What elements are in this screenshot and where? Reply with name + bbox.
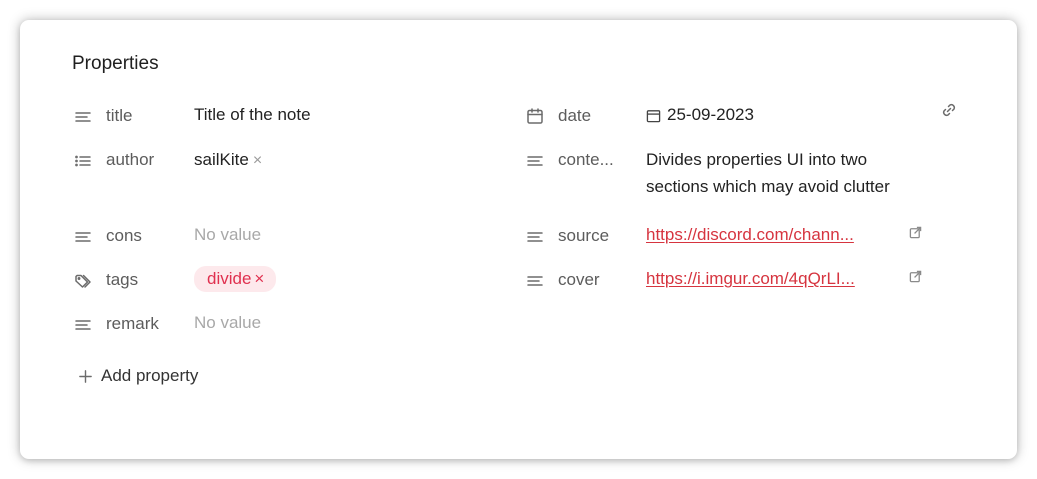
property-name-date[interactable]: date: [558, 106, 591, 126]
text-lines-icon: [525, 271, 545, 291]
property-name-title[interactable]: title: [106, 106, 132, 126]
external-link-icon[interactable]: [909, 270, 922, 288]
text-lines-icon: [73, 107, 93, 127]
property-name-content[interactable]: conte...: [558, 150, 614, 170]
text-lines-icon: [525, 151, 545, 171]
property-value-date[interactable]: 25-09-2023: [646, 105, 754, 125]
property-name-remark[interactable]: remark: [106, 314, 159, 334]
content-line-1: Divides properties UI into two: [646, 150, 868, 169]
remove-author-button[interactable]: ×: [253, 152, 262, 169]
tag-chip-label: divide: [207, 269, 252, 288]
property-name-author[interactable]: author: [106, 150, 154, 170]
add-property-button[interactable]: Add property: [77, 363, 198, 389]
property-value-content[interactable]: Divides properties UI into two sections …: [646, 146, 946, 200]
property-value-cover[interactable]: https://i.imgur.com/4qQrLI...: [646, 269, 855, 289]
text-lines-icon: [525, 227, 545, 247]
property-value-source[interactable]: https://discord.com/chann...: [646, 225, 854, 245]
external-link-icon[interactable]: [909, 226, 922, 244]
author-chip-label: sailKite: [194, 150, 249, 169]
date-picker-icon[interactable]: [646, 108, 661, 123]
calendar-icon: [525, 106, 545, 126]
tag-icon: [73, 271, 93, 291]
text-lines-icon: [73, 227, 93, 247]
tag-chip-divide[interactable]: divide ×: [194, 266, 277, 292]
cover-link[interactable]: https://i.imgur.com/4qQrLI...: [646, 269, 855, 288]
property-name-source[interactable]: source: [558, 226, 609, 246]
link-icon[interactable]: [939, 100, 959, 120]
property-value-remark[interactable]: No value: [194, 313, 261, 333]
content-line-2: sections which may avoid clutter: [646, 177, 890, 196]
property-name-cover[interactable]: cover: [558, 270, 600, 290]
property-value-title[interactable]: Title of the note: [194, 105, 311, 125]
date-text: 25-09-2023: [667, 105, 754, 124]
property-value-author[interactable]: sailKite ×: [194, 150, 262, 170]
list-icon: [73, 151, 93, 171]
property-value-cons[interactable]: No value: [194, 225, 261, 245]
properties-panel: Properties title Title of the note autho…: [20, 20, 1017, 459]
remove-tag-button[interactable]: ×: [254, 269, 264, 288]
source-link[interactable]: https://discord.com/chann...: [646, 225, 854, 244]
plus-icon: [77, 368, 93, 384]
property-name-tags[interactable]: tags: [106, 270, 138, 290]
property-name-cons[interactable]: cons: [106, 226, 142, 246]
add-property-label: Add property: [101, 366, 199, 385]
text-lines-icon: [73, 315, 93, 335]
panel-title: Properties: [72, 53, 159, 74]
